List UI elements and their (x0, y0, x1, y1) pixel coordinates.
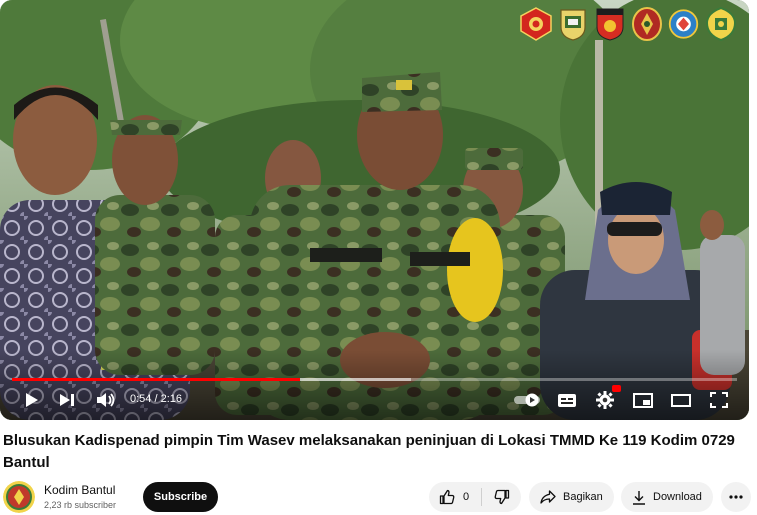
volume-button[interactable] (95, 389, 117, 411)
share-button[interactable]: Bagikan (529, 482, 614, 512)
play-icon (26, 393, 38, 407)
like-button[interactable]: 0 (429, 482, 479, 512)
gear-icon (596, 391, 614, 409)
subscribe-button[interactable]: Subscribe (143, 482, 218, 512)
fullscreen-button[interactable] (708, 389, 730, 411)
download-button[interactable]: Download (621, 482, 713, 512)
more-actions-button[interactable] (721, 482, 751, 512)
skip-next-icon (60, 394, 74, 406)
volume-icon (97, 393, 115, 407)
share-icon (540, 490, 556, 504)
time-separator: / (151, 393, 161, 405)
theater-mode-icon (671, 393, 691, 407)
red-emblem-icon (519, 6, 552, 42)
more-horizontal-icon (729, 495, 743, 499)
progress-played (12, 378, 300, 381)
progress-bar[interactable] (12, 378, 737, 381)
video-player[interactable]: 0:54 / 2:16 (0, 0, 749, 420)
miniplayer-icon (633, 392, 653, 408)
channel-name[interactable]: Kodim Bantul (44, 483, 115, 497)
like-dislike-group: 0 (429, 482, 521, 512)
diponegoro-emblem-icon (593, 6, 626, 42)
download-label: Download (653, 491, 702, 503)
hd-badge-icon (612, 385, 621, 392)
theater-mode-button[interactable] (670, 389, 692, 411)
overlay-logos (519, 6, 737, 42)
fullscreen-icon (710, 392, 728, 408)
channel-avatar[interactable] (3, 481, 35, 513)
play-button[interactable] (22, 389, 42, 411)
thumbs-down-icon (494, 489, 509, 505)
duration: 2:16 (160, 393, 183, 405)
captions-icon (558, 393, 576, 407)
captions-button[interactable] (556, 389, 578, 411)
like-count: 0 (463, 491, 470, 503)
current-time: 0:54 (130, 393, 152, 405)
thumbs-up-icon (439, 489, 455, 505)
dislike-button[interactable] (482, 482, 521, 512)
autoplay-toggle[interactable] (512, 389, 542, 411)
settings-button[interactable] (594, 389, 616, 411)
kodam-emblem-icon (630, 6, 663, 42)
army-emblem-icon (556, 6, 589, 42)
share-label: Bagikan (563, 491, 603, 503)
time-display: 0:54 / 2:16 (130, 393, 182, 405)
subscriber-count: 2,23 rb subscriber (44, 500, 117, 510)
autoplay-icon (514, 393, 540, 407)
blue-emblem-icon (667, 6, 700, 42)
bantul-emblem-icon (704, 6, 737, 42)
channel-action-row: Kodim Bantul 2,23 rb subscriber Subscrib… (3, 481, 753, 513)
miniplayer-button[interactable] (632, 389, 654, 411)
next-button[interactable] (56, 389, 78, 411)
download-icon (633, 490, 645, 505)
video-title: Blusukan Kadispenad pimpin Tim Wasev mel… (3, 432, 735, 471)
